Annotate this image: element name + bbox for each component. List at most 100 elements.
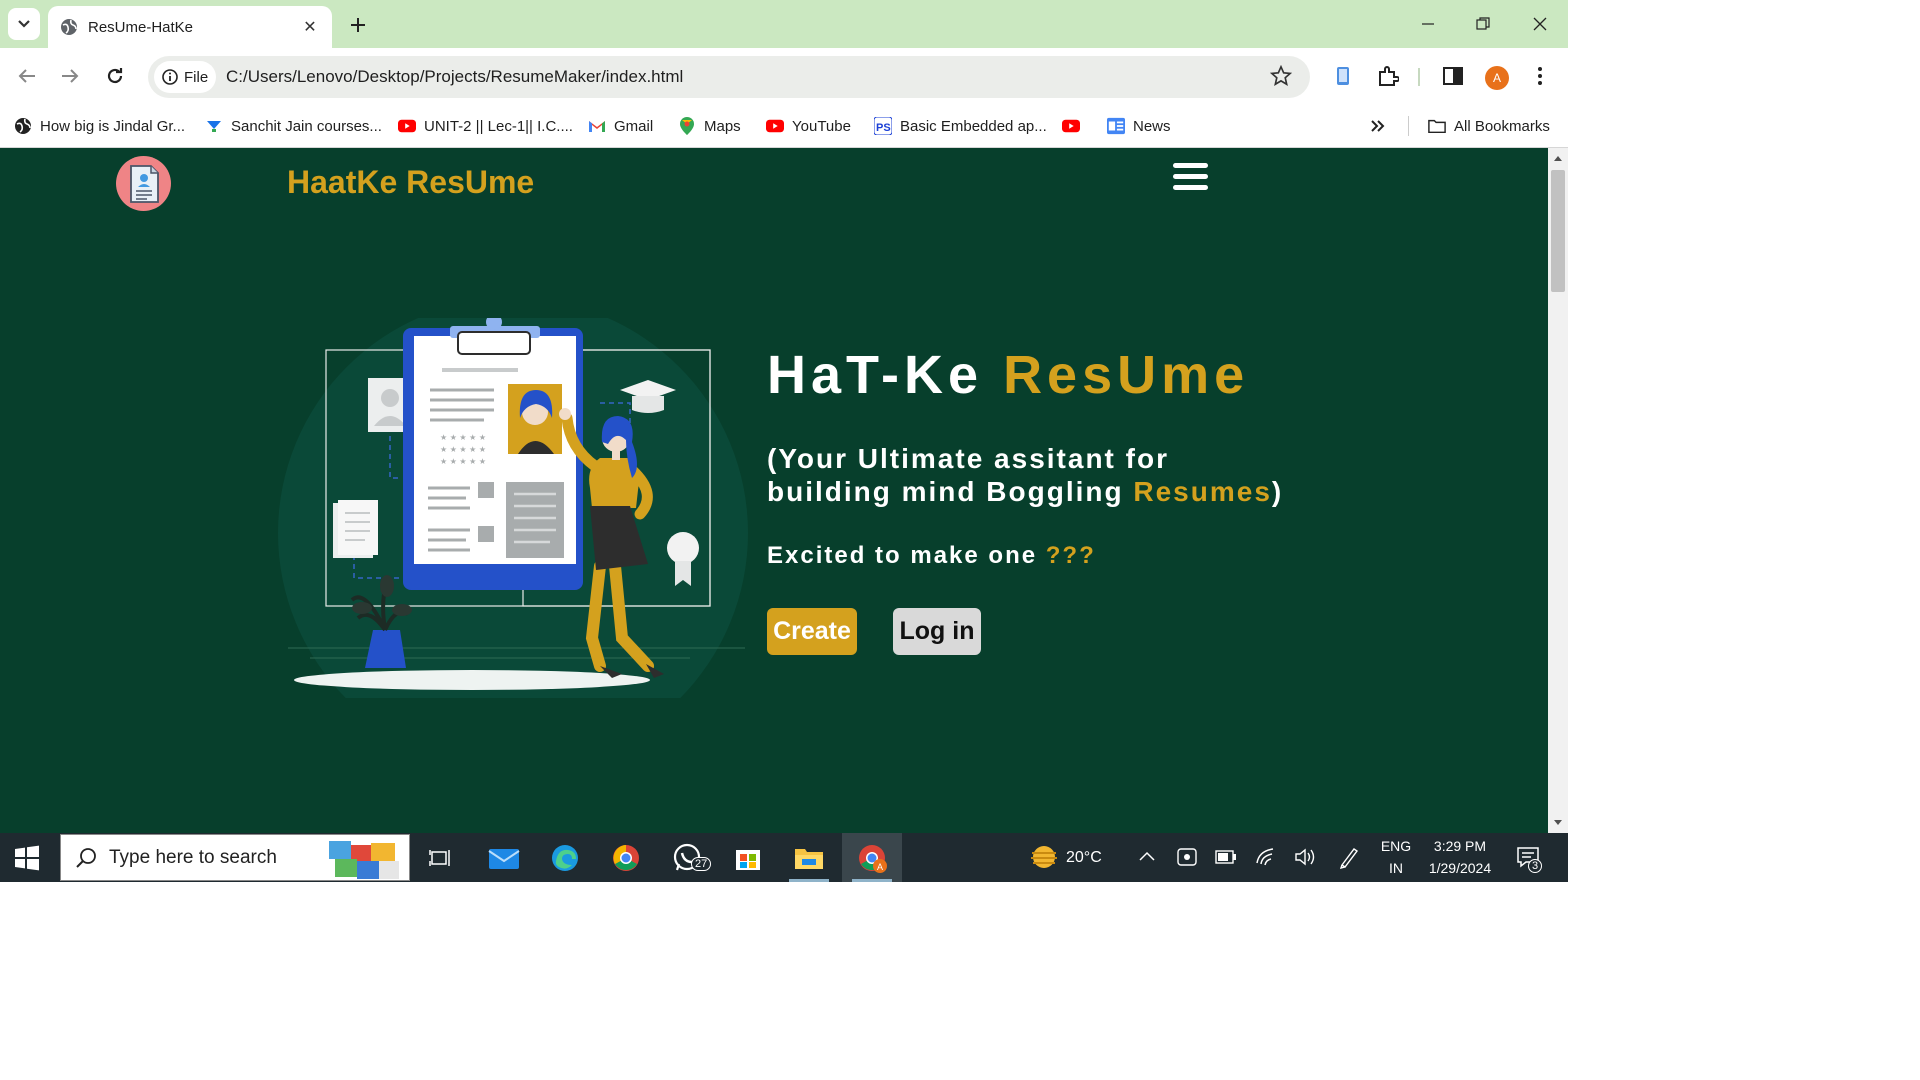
address-bar[interactable]: File C:/Users/Lenovo/Desktop/Projects/Re… bbox=[148, 56, 1310, 98]
weather-icon[interactable] bbox=[1028, 843, 1060, 871]
maps-icon bbox=[678, 117, 696, 135]
scroll-up-icon[interactable] bbox=[1553, 154, 1563, 162]
cta-accent: ??? bbox=[1045, 542, 1096, 569]
bookmark-item[interactable]: News bbox=[1107, 114, 1171, 138]
more-bookmarks-button[interactable] bbox=[1370, 114, 1386, 138]
bookmark-label: Sanchit Jain courses... bbox=[231, 117, 382, 135]
bookmark-item[interactable] bbox=[1062, 114, 1080, 138]
wifi-icon[interactable] bbox=[1255, 847, 1277, 867]
url-text: C:/Users/Lenovo/Desktop/Projects/ResumeM… bbox=[226, 67, 684, 86]
scroll-down-icon[interactable] bbox=[1553, 819, 1563, 827]
site-logo[interactable] bbox=[116, 156, 171, 211]
pen-icon[interactable] bbox=[1338, 845, 1360, 869]
scrollbar-thumb[interactable] bbox=[1551, 170, 1565, 292]
close-tab-icon[interactable]: ✕ bbox=[300, 17, 320, 37]
hamburger-bar bbox=[1173, 163, 1208, 168]
create-button[interactable]: Create bbox=[767, 608, 857, 655]
tab-share-button[interactable] bbox=[1329, 62, 1357, 90]
store-icon bbox=[736, 849, 760, 870]
globe-icon bbox=[14, 117, 32, 135]
meet-now-icon[interactable] bbox=[1176, 847, 1198, 867]
taskbar-chrome-profile[interactable]: A bbox=[842, 833, 902, 882]
folder-icon bbox=[795, 848, 823, 869]
region-code: IN bbox=[1389, 860, 1403, 876]
device-icon bbox=[1337, 67, 1349, 85]
forward-button[interactable] bbox=[56, 62, 84, 90]
star-icon bbox=[1269, 64, 1293, 86]
gmail-icon bbox=[588, 117, 606, 135]
arrow-left-icon bbox=[18, 69, 35, 83]
info-icon bbox=[162, 69, 178, 85]
speaker-icon[interactable] bbox=[1294, 847, 1316, 867]
whatsapp-badge: 27 bbox=[691, 857, 712, 871]
bookmark-label: How big is Jindal Gr... bbox=[40, 117, 186, 135]
puzzle-icon bbox=[1379, 66, 1399, 86]
bookmark-star-button[interactable] bbox=[1269, 64, 1293, 92]
tab-search-button[interactable] bbox=[8, 8, 40, 40]
bookmark-item[interactable]: UNIT-2 || Lec-1|| I.C.... bbox=[398, 114, 573, 138]
system-clock[interactable]: 3:29 PM 1/29/2024 bbox=[1420, 835, 1500, 879]
reload-button[interactable] bbox=[101, 62, 129, 90]
login-button[interactable]: Log in bbox=[893, 608, 981, 655]
restore-button[interactable] bbox=[1469, 12, 1497, 36]
course-icon bbox=[205, 117, 223, 135]
minimize-button[interactable] bbox=[1414, 12, 1442, 36]
hero-title-main: HaT-Ke bbox=[767, 345, 1004, 405]
svg-text:★ ★ ★ ★ ★: ★ ★ ★ ★ ★ bbox=[440, 457, 486, 466]
taskbar-search-box[interactable]: Type here to search bbox=[60, 834, 410, 881]
bookmark-item[interactable]: Sanchit Jain courses... bbox=[205, 114, 382, 138]
hero-title: HaT-Ke ResUme bbox=[767, 344, 1249, 406]
bookmark-item[interactable]: Maps bbox=[678, 114, 741, 138]
extensions-button[interactable] bbox=[1374, 62, 1402, 90]
notification-count: 3 bbox=[1528, 859, 1543, 873]
taskbar-whatsapp[interactable]: 27 bbox=[657, 833, 717, 882]
taskbar: Type here to search 27 A 20°C ENG IN 3:2… bbox=[0, 833, 1568, 882]
site-info-chip[interactable]: File bbox=[154, 61, 216, 93]
taskbar-edge[interactable] bbox=[535, 833, 595, 882]
taskbar-store[interactable] bbox=[718, 833, 778, 882]
globe-icon bbox=[61, 19, 77, 35]
task-view-icon bbox=[429, 849, 450, 866]
menu-button[interactable] bbox=[1526, 62, 1554, 90]
bookmark-item[interactable]: YouTube bbox=[766, 114, 851, 138]
puzzle-highlight-icon bbox=[329, 841, 399, 879]
taskbar-mail[interactable] bbox=[474, 833, 534, 882]
browser-tab[interactable]: ResUme-HatKe ✕ bbox=[48, 6, 332, 48]
all-bookmarks-button[interactable]: All Bookmarks bbox=[1428, 114, 1550, 138]
svg-text:★ ★ ★ ★ ★: ★ ★ ★ ★ ★ bbox=[440, 433, 486, 442]
taskbar-chrome[interactable] bbox=[596, 833, 656, 882]
browser-toolbar: File C:/Users/Lenovo/Desktop/Projects/Re… bbox=[0, 48, 1568, 104]
toolbar-divider bbox=[1418, 68, 1420, 86]
youtube-icon bbox=[1062, 117, 1080, 135]
subtitle-line-2-text: building mind Boggling bbox=[767, 476, 1134, 507]
back-button[interactable] bbox=[13, 62, 41, 90]
bookmark-item[interactable]: PS Basic Embedded ap... bbox=[874, 114, 1047, 138]
subtitle-accent: Resumes bbox=[1133, 476, 1272, 507]
battery-icon[interactable] bbox=[1215, 850, 1237, 864]
search-icon bbox=[76, 847, 96, 868]
bookmark-item[interactable]: Gmail bbox=[588, 114, 653, 138]
language-indicator[interactable]: ENG IN bbox=[1376, 835, 1416, 879]
youtube-icon bbox=[766, 117, 784, 135]
new-tab-button[interactable] bbox=[344, 12, 372, 38]
profile-avatar[interactable]: A bbox=[1485, 66, 1509, 90]
close-icon bbox=[1533, 17, 1547, 31]
weather-temperature[interactable]: 20°C bbox=[1066, 847, 1102, 869]
chevron-up-icon[interactable] bbox=[1138, 850, 1156, 862]
taskbar-file-explorer[interactable] bbox=[779, 833, 839, 882]
page-scrollbar[interactable] bbox=[1548, 148, 1568, 833]
bookmark-label: UNIT-2 || Lec-1|| I.C.... bbox=[424, 117, 573, 135]
hamburger-menu-button[interactable] bbox=[1173, 163, 1208, 191]
side-panel-button[interactable] bbox=[1439, 62, 1467, 90]
folder-icon bbox=[1428, 117, 1446, 135]
chip-label: File bbox=[184, 68, 209, 86]
task-view-button[interactable] bbox=[411, 833, 471, 882]
brand-name[interactable]: HaatKe ResUme bbox=[287, 164, 534, 201]
bookmark-item[interactable]: How big is Jindal Gr... bbox=[14, 114, 185, 138]
windows-start-icon[interactable] bbox=[14, 845, 40, 871]
close-window-button[interactable] bbox=[1526, 12, 1554, 36]
all-bookmarks-label: All Bookmarks bbox=[1454, 117, 1550, 135]
hero-title-accent: ResUme bbox=[1003, 345, 1250, 405]
clock-time: 3:29 PM bbox=[1433, 838, 1487, 854]
minimize-icon bbox=[1422, 23, 1434, 25]
